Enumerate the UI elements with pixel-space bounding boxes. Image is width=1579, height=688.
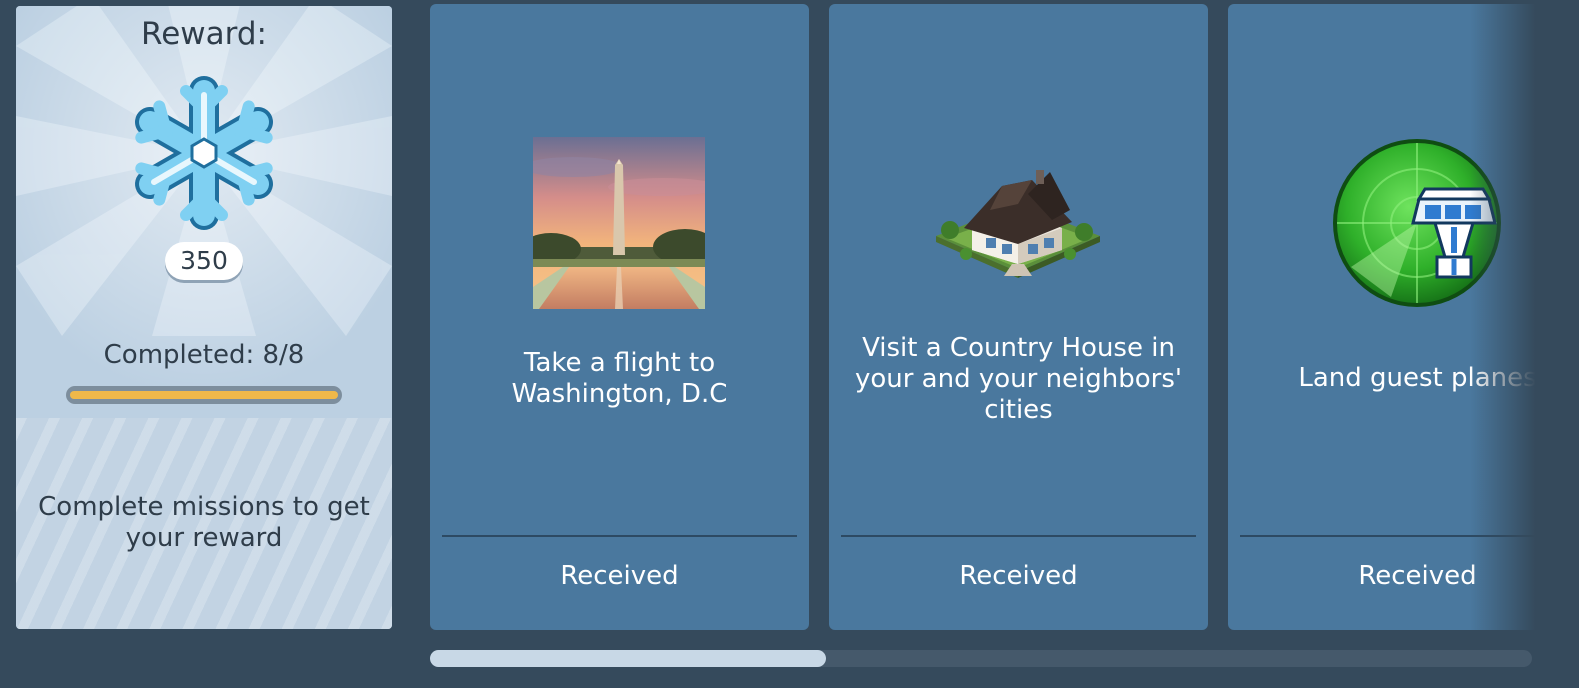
card-divider: [841, 535, 1196, 537]
reward-footer: Complete missions to get your reward: [16, 418, 392, 629]
mission-card[interactable]: Land guest planes Received: [1228, 4, 1579, 630]
washington-monument-image: [533, 137, 705, 309]
card-divider: [442, 535, 797, 537]
completed-counter: Completed: 8/8: [103, 340, 305, 370]
scrollbar-thumb[interactable]: [430, 650, 826, 667]
reward-panel: Reward: 350 Completed: 8/8 Complete miss…: [16, 6, 392, 629]
mission-status: Received: [1358, 561, 1477, 591]
mission-status: Received: [560, 561, 679, 591]
reward-title: Reward:: [141, 16, 267, 52]
mission-description: Land guest planes: [1298, 363, 1537, 393]
reward-hint-text: Complete missions to get your reward: [38, 492, 370, 553]
reward-amount-badge: 350: [165, 242, 243, 280]
reward-header: Reward: 350 Completed: 8/8: [16, 6, 392, 418]
reward-progress-bar: [66, 386, 342, 404]
mission-status: Received: [959, 561, 1078, 591]
mission-card[interactable]: Take a flight to Washington, D.C Receive…: [430, 4, 809, 630]
mission-description: Visit a Country House in your and your n…: [854, 333, 1183, 425]
reward-progress-fill: [70, 391, 338, 399]
mission-description: Take a flight to Washington, D.C: [511, 348, 728, 409]
horizontal-scrollbar[interactable]: [430, 650, 1532, 667]
radar-tower-icon: [1333, 139, 1501, 307]
country-house-icon: [936, 170, 1100, 278]
card-divider: [1240, 535, 1579, 537]
mission-card[interactable]: Visit a Country House in your and your n…: [829, 4, 1208, 630]
snowflake-icon: [135, 76, 273, 230]
